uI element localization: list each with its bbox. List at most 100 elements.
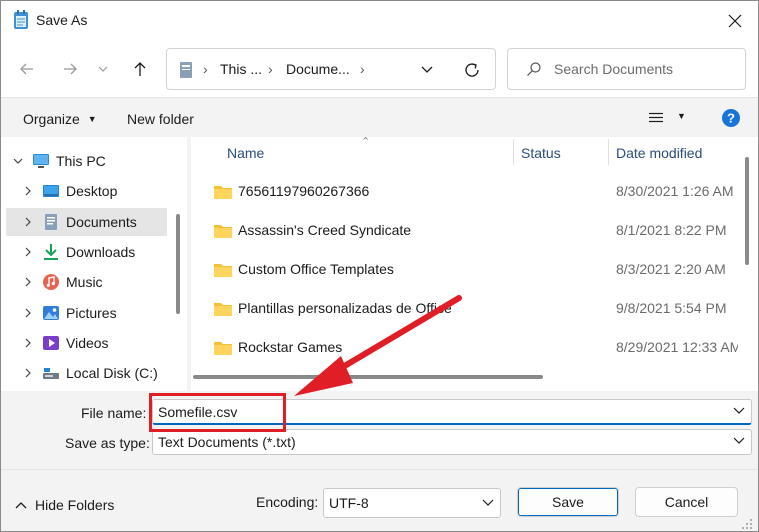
chevron-right-icon: ›	[203, 61, 208, 77]
nav-item-label: Desktop	[66, 183, 118, 199]
file-date: 8/29/2021 12:33 AM	[616, 339, 738, 355]
view-options-icon[interactable]	[649, 112, 663, 124]
folder-icon	[214, 303, 232, 316]
nav-item-label: Downloads	[66, 244, 136, 260]
column-divider[interactable]	[513, 139, 514, 165]
hide-folders-button[interactable]: Hide Folders	[15, 497, 114, 513]
nav-item-documents[interactable]: Documents	[6, 208, 167, 236]
file-list-vertical-scrollbar[interactable]	[745, 157, 749, 265]
forward-button[interactable]	[56, 55, 84, 83]
organize-label: Organize	[23, 111, 80, 127]
videos-icon	[43, 336, 59, 350]
file-list-horizontal-scrollbar[interactable]	[193, 375, 543, 379]
svg-text:?: ?	[727, 111, 735, 126]
new-folder-button[interactable]: New folder	[127, 111, 194, 127]
column-divider[interactable]	[608, 139, 609, 165]
address-history-chevron-icon[interactable]	[421, 65, 433, 75]
chevron-down-icon[interactable]	[12, 154, 24, 168]
save-as-dialog: Save As › This ... › Docume... › Search …	[0, 0, 759, 532]
file-date: 8/1/2021 8:22 PM	[616, 222, 727, 238]
file-name: Rockstar Games	[238, 339, 343, 355]
column-header-status[interactable]: Status	[521, 138, 561, 168]
file-date: 8/3/2021 2:20 AM	[616, 261, 726, 277]
nav-item-label: Pictures	[66, 305, 117, 321]
back-button[interactable]	[13, 55, 41, 83]
file-row[interactable]: Custom Office Templates 8/3/2021 2:20 AM	[191, 250, 739, 288]
encoding-label: Encoding:	[256, 494, 319, 510]
save-button[interactable]: Save	[517, 487, 619, 517]
folder-icon	[214, 342, 232, 355]
refresh-icon[interactable]	[463, 61, 481, 79]
column-header-name[interactable]: Name	[227, 138, 264, 168]
monitor-icon	[33, 154, 49, 168]
file-date: 9/8/2021 5:54 PM	[616, 300, 727, 316]
breadcrumb-this-pc[interactable]: This ...	[220, 61, 262, 77]
nav-item-this-pc[interactable]: This PC	[1, 147, 179, 175]
file-row[interactable]: Plantillas personalizadas de Office 9/8/…	[191, 289, 739, 327]
encoding-value: UTF-8	[329, 495, 369, 511]
save-as-type-select[interactable]: Text Documents (*.txt)	[152, 429, 752, 455]
save-as-type-value: Text Documents (*.txt)	[158, 434, 296, 450]
recent-locations-button[interactable]	[93, 55, 113, 83]
file-list: ⌃ Name Status Date modified 765611979602…	[191, 136, 758, 391]
pc-location-icon	[180, 62, 192, 78]
window-title: Save As	[36, 12, 88, 28]
nav-item-desktop[interactable]: Desktop	[1, 177, 179, 205]
chevron-right-icon[interactable]	[22, 215, 34, 229]
nav-item-downloads[interactable]: Downloads	[1, 238, 179, 266]
view-caret-down-icon[interactable]: ▼	[677, 111, 686, 121]
chevron-right-icon[interactable]	[22, 366, 34, 380]
disk-icon	[43, 368, 59, 379]
folder-icon	[214, 264, 232, 277]
breadcrumb-documents[interactable]: Docume...	[286, 61, 350, 77]
cancel-button[interactable]: Cancel	[635, 487, 738, 517]
notepad-icon	[14, 10, 28, 29]
chevron-right-icon[interactable]	[22, 275, 34, 289]
nav-item-videos[interactable]: Videos	[1, 329, 179, 357]
nav-item-label: Videos	[66, 335, 109, 351]
nav-item-pictures[interactable]: Pictures	[1, 299, 179, 327]
search-input[interactable]	[554, 59, 734, 79]
search-box[interactable]	[507, 48, 746, 90]
title-bar: Save As	[1, 1, 758, 41]
search-icon	[527, 62, 541, 76]
column-header-date-modified[interactable]: Date modified	[616, 138, 702, 168]
chevron-right-icon[interactable]	[22, 184, 34, 198]
resize-grip-icon[interactable]	[741, 518, 753, 530]
chevron-right-icon: ›	[360, 61, 365, 77]
nav-item-label: This PC	[56, 153, 106, 169]
chevron-right-icon[interactable]	[22, 336, 34, 350]
file-name-label: File name:	[81, 405, 147, 421]
nav-pane-scrollbar[interactable]	[176, 214, 180, 314]
chevron-up-icon	[15, 502, 27, 509]
chevron-down-icon[interactable]	[733, 436, 745, 446]
arrow-right-icon	[64, 63, 77, 75]
annotation-highlight-box	[149, 393, 286, 432]
caret-down-icon: ▼	[87, 114, 97, 124]
organize-button[interactable]: Organize ▼	[23, 111, 97, 127]
file-name: 76561197960267366	[238, 183, 370, 199]
chevron-down-icon[interactable]	[733, 406, 745, 416]
address-bar[interactable]: › This ... › Docume... ›	[166, 48, 496, 90]
chevron-right-icon[interactable]	[22, 245, 34, 259]
nav-item-label: Local Disk (C:)	[66, 365, 158, 381]
help-icon[interactable]: ?	[721, 108, 741, 128]
file-row[interactable]: Rockstar Games 8/29/2021 12:33 AM	[191, 328, 739, 366]
file-row[interactable]: Assassin's Creed Syndicate 8/1/2021 8:22…	[191, 211, 739, 249]
chevron-right-icon[interactable]	[22, 306, 34, 320]
documents-icon	[45, 214, 57, 230]
nav-item-music[interactable]: Music	[1, 268, 179, 296]
navigation-bar: › This ... › Docume... ›	[1, 41, 758, 97]
file-name: Assassin's Creed Syndicate	[238, 222, 412, 238]
up-button[interactable]	[126, 55, 154, 83]
chevron-down-icon[interactable]	[482, 498, 494, 508]
file-row[interactable]: 76561197960267366 8/30/2021 1:26 AM	[191, 172, 739, 210]
encoding-select[interactable]: UTF-8	[323, 488, 501, 518]
close-button[interactable]	[712, 1, 758, 41]
close-icon	[728, 14, 742, 28]
sort-ascending-icon: ⌃	[361, 136, 371, 148]
nav-item-local-disk[interactable]: Local Disk (C:)	[1, 359, 179, 387]
arrow-left-icon	[20, 63, 33, 75]
file-date: 8/30/2021 1:26 AM	[616, 183, 734, 199]
folder-icon	[214, 225, 232, 238]
